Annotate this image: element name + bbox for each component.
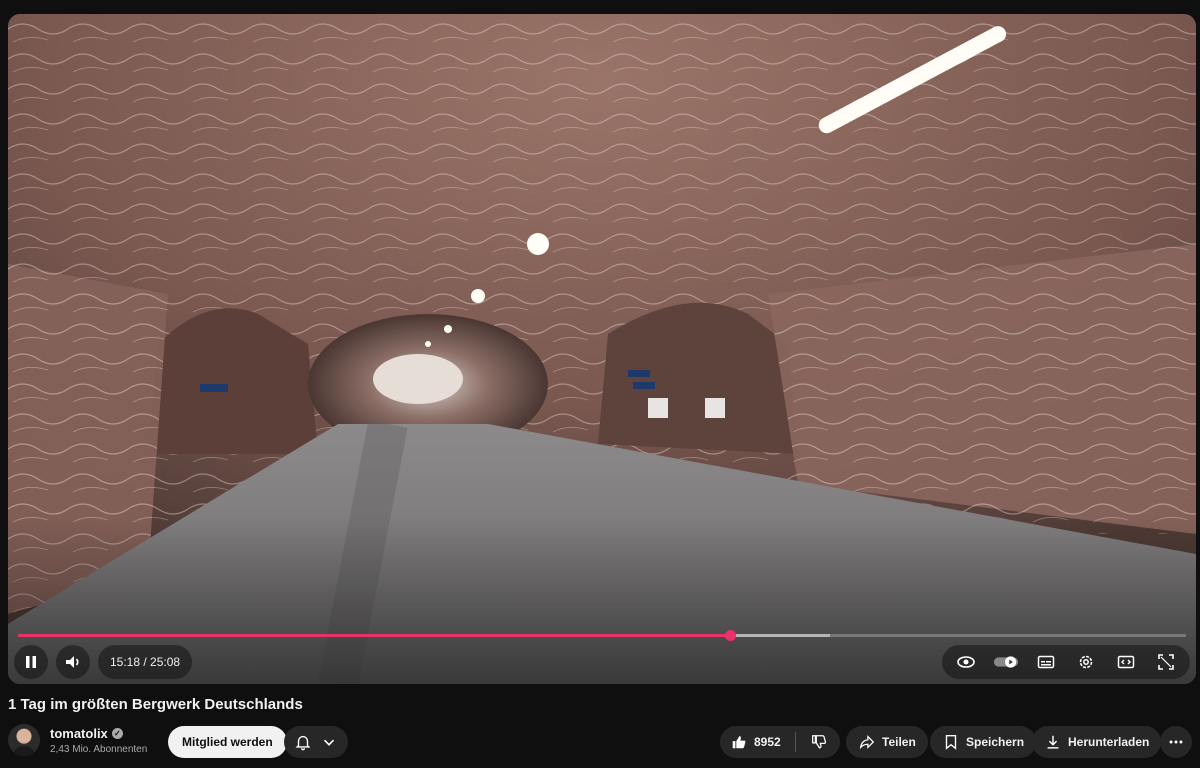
video-frame: [8, 14, 1196, 684]
subscriber-count: 2,43 Mio. Abonnenten: [50, 744, 148, 755]
more-icon: [1169, 740, 1183, 744]
pause-icon[interactable]: [14, 645, 48, 679]
settings-icon[interactable]: [1066, 645, 1106, 679]
eye-icon[interactable]: [946, 645, 986, 679]
current-time: 15:18: [110, 655, 141, 669]
subscribed-notifications-button[interactable]: [284, 726, 348, 758]
like-dislike-group: 8952: [720, 726, 840, 758]
verified-icon: ✓: [111, 728, 123, 739]
volume-button[interactable]: [56, 645, 90, 679]
channel-actions-row: tomatolix ✓ 2,43 Mio. Abonnenten Mitglie…: [8, 724, 1192, 760]
save-button[interactable]: Speichern: [930, 726, 1037, 758]
join-button[interactable]: Mitglied werden: [168, 726, 287, 758]
bell-icon: [295, 735, 311, 751]
autoplay-toggle[interactable]: [986, 645, 1026, 679]
share-label: Teilen: [882, 735, 916, 749]
share-icon: [859, 735, 875, 750]
progress-played: [18, 634, 731, 637]
more-actions-button[interactable]: [1160, 726, 1192, 758]
like-count[interactable]: 8952: [754, 735, 781, 749]
channel-avatar[interactable]: [8, 724, 40, 756]
download-icon: [1047, 735, 1059, 749]
video-title: 1 Tag im größten Bergwerk Deutschlands: [8, 696, 303, 713]
channel-name[interactable]: tomatolix: [50, 726, 108, 741]
download-label: Herunterladen: [1068, 735, 1150, 749]
like-divider: [794, 732, 796, 752]
bookmark-icon: [945, 735, 957, 750]
total-time: 25:08: [150, 655, 181, 669]
volume-icon[interactable]: [56, 645, 90, 679]
subtitles-icon[interactable]: [1026, 645, 1066, 679]
thumbs-up-icon[interactable]: [730, 733, 748, 751]
share-button[interactable]: Teilen: [846, 726, 928, 758]
time-display: 15:18 / 25:08: [98, 645, 193, 679]
fullscreen-icon[interactable]: [1146, 645, 1186, 679]
video-player[interactable]: 15:18 / 25:08: [8, 14, 1196, 684]
chevron-down-icon: [323, 739, 335, 746]
miniplayer-icon[interactable]: [1106, 645, 1146, 679]
pause-button[interactable]: [14, 645, 48, 679]
thumbs-down-icon[interactable]: [810, 733, 828, 751]
progress-bar[interactable]: [18, 630, 1186, 641]
join-label: Mitglied werden: [182, 735, 273, 749]
youtube-watch-page: 15:18 / 25:08 1 Tag im größten Bergwerk …: [0, 0, 1200, 768]
download-button[interactable]: Herunterladen: [1032, 726, 1162, 758]
save-label: Speichern: [966, 735, 1025, 749]
channel-name-wrap[interactable]: tomatolix ✓: [50, 726, 123, 741]
player-right-controls: [942, 645, 1190, 679]
